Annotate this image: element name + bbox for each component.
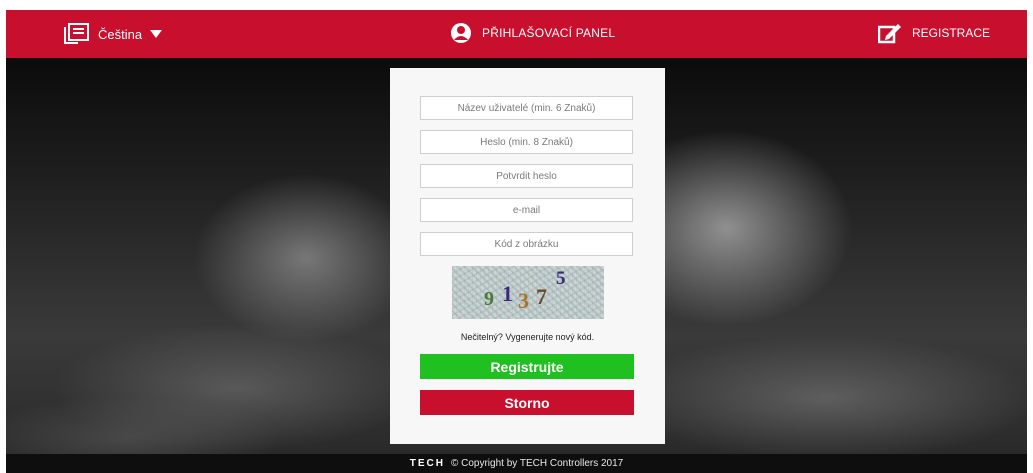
confirm-password-input[interactable]: [420, 164, 633, 188]
app-frame: Čeština PŘIHLAŠOVACÍ PANEL REGISTRACE Ná…: [6, 10, 1027, 473]
copyright-text: © Copyright by TECH Controllers 2017: [450, 458, 624, 469]
captcha-digit: 9: [484, 288, 494, 310]
brand-logo: TECH: [409, 458, 445, 469]
email-input[interactable]: [420, 198, 633, 222]
password-input[interactable]: [420, 130, 633, 154]
language-label: Čeština: [98, 26, 143, 42]
top-bar: Čeština PŘIHLAŠOVACÍ PANEL REGISTRACE: [6, 10, 1027, 58]
list-icon: [64, 23, 89, 44]
registration-panel: 9 1 3 7 5 Nečitelný? Vygenerujte nový kó…: [390, 68, 665, 444]
footer: TECH © Copyright by TECH Controllers 201…: [6, 454, 1027, 473]
captcha-digit: 7: [536, 284, 547, 309]
captcha-digit: 5: [556, 268, 566, 289]
login-panel-link[interactable]: PŘIHLAŠOVACÍ PANEL: [450, 22, 615, 44]
regenerate-captcha-link[interactable]: Nečitelný? Vygenerujte nový kód.: [390, 332, 665, 342]
register-button[interactable]: Registrujte: [420, 354, 634, 379]
cancel-button[interactable]: Storno: [420, 390, 634, 415]
captcha-digit: 3: [518, 288, 529, 313]
register-label: REGISTRACE: [911, 26, 990, 40]
username-input[interactable]: [420, 96, 633, 120]
language-selector[interactable]: Čeština: [64, 23, 163, 45]
caret-down-icon: [150, 30, 163, 38]
captcha-digit: 1: [502, 281, 513, 306]
register-link[interactable]: REGISTRACE: [877, 22, 990, 44]
edit-icon: [877, 24, 901, 44]
user-icon: [451, 23, 471, 43]
login-panel-title: PŘIHLAŠOVACÍ PANEL: [482, 26, 616, 40]
captcha-image: 9 1 3 7 5: [452, 266, 604, 319]
captcha-input[interactable]: [420, 232, 633, 256]
